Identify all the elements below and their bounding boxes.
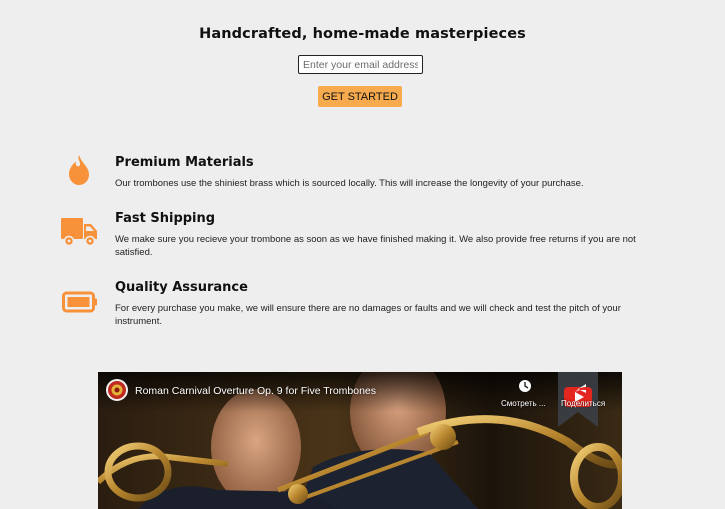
page-title: Handcrafted, home-made masterpieces xyxy=(199,26,526,42)
video-player[interactable]: Roman Carnival Overture Op. 9 for Five T… xyxy=(98,372,622,509)
feature-title: Fast Shipping xyxy=(115,211,216,226)
share-button[interactable]: Поделиться xyxy=(561,399,605,408)
feature-fast-shipping: Fast Shipping We make sure you recieve y… xyxy=(0,207,725,262)
feature-quality-assurance: Quality Assurance For every purchase you… xyxy=(0,276,725,334)
feature-description: We make sure you recieve your trombone a… xyxy=(115,234,636,258)
feature-description: For every purchase you make, we will ens… xyxy=(115,303,621,327)
feature-premium-materials: Premium Materials Our trombones use the … xyxy=(0,150,725,195)
truck-icon xyxy=(60,217,98,251)
email-field[interactable] xyxy=(298,55,423,74)
feature-description: Our trombones use the shiniest brass whi… xyxy=(115,178,584,189)
battery-icon xyxy=(62,291,98,317)
feature-title: Quality Assurance xyxy=(115,280,248,295)
feature-title: Premium Materials xyxy=(115,155,254,170)
video-title[interactable]: Roman Carnival Overture Op. 9 for Five T… xyxy=(135,385,376,397)
clock-icon xyxy=(519,380,531,392)
watch-later-button[interactable]: Смотреть ... xyxy=(501,399,546,408)
fire-icon xyxy=(67,154,91,190)
get-started-button[interactable]: GET STARTED xyxy=(318,86,402,107)
